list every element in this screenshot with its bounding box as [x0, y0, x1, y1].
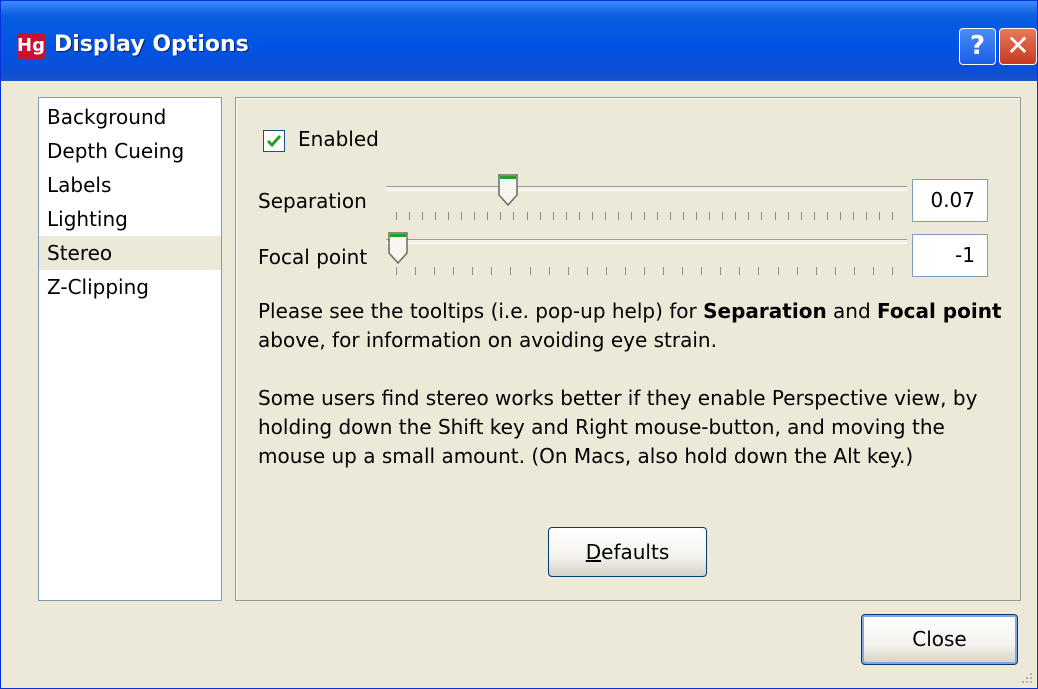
- slider-tick: [873, 267, 874, 275]
- slider-tick: [487, 212, 488, 220]
- slider-tick: [474, 212, 475, 220]
- slider-tick: [409, 212, 410, 220]
- slider-tick: [644, 267, 645, 275]
- separation-label: Separation: [258, 189, 367, 213]
- slider-tick: [801, 212, 802, 220]
- window-title: Display Options: [54, 32, 249, 57]
- slider-tick: [549, 267, 550, 275]
- focal-point-label: Focal point: [258, 245, 368, 269]
- slider-tick: [735, 212, 736, 220]
- slider-tick: [835, 267, 836, 275]
- slider-tick: [631, 212, 632, 220]
- slider-tick: [892, 267, 893, 275]
- separation-slider-thumb[interactable]: [497, 173, 519, 207]
- category-item-depth-cueing[interactable]: Depth Cueing: [39, 134, 221, 168]
- slider-tick: [854, 267, 855, 275]
- slider-tick: [415, 267, 416, 275]
- slider-tick: [696, 212, 697, 220]
- slider-tick: [461, 212, 462, 220]
- tooltip-help-text: Please see the tooltips (i.e. pop-up hel…: [258, 299, 1002, 352]
- slider-tick: [587, 267, 588, 275]
- slider-tick: [761, 212, 762, 220]
- slider-tick: [709, 212, 710, 220]
- slider-tick: [748, 212, 749, 220]
- slider-tick: [510, 267, 511, 275]
- slider-tick: [879, 212, 880, 220]
- slider-tick: [579, 212, 580, 220]
- slider-tick: [670, 212, 671, 220]
- slider-tick: [435, 212, 436, 220]
- slider-tick: [605, 212, 606, 220]
- slider-tick: [530, 267, 531, 275]
- slider-tick: [644, 212, 645, 220]
- slider-tick: [853, 212, 854, 220]
- slider-tick: [701, 267, 702, 275]
- help-button[interactable]: ?: [959, 28, 996, 65]
- slider-tick: [527, 212, 528, 220]
- focal-point-slider-thumb[interactable]: [387, 231, 409, 265]
- display-options-dialog: Hg Display Options ? ✕ Background Depth …: [0, 0, 1038, 689]
- slider-tick: [866, 212, 867, 220]
- perspective-help-text: Some users find stereo works better if t…: [258, 386, 978, 468]
- slider-tick: [540, 212, 541, 220]
- slider-tick: [720, 267, 721, 275]
- slider-tick: [396, 267, 397, 275]
- separation-value-field[interactable]: 0.07: [912, 179, 988, 222]
- slider-tick: [566, 212, 567, 220]
- focal-point-slider-track[interactable]: [386, 239, 907, 244]
- category-item-stereo[interactable]: Stereo: [39, 236, 221, 270]
- category-item-labels[interactable]: Labels: [39, 168, 221, 202]
- slider-tick: [422, 212, 423, 220]
- slider-tick: [625, 267, 626, 275]
- resize-grip-icon[interactable]: [1019, 670, 1033, 684]
- close-window-button[interactable]: ✕: [999, 28, 1037, 65]
- slider-tick: [816, 267, 817, 275]
- slider-tick: [618, 212, 619, 220]
- slider-tick: [553, 212, 554, 220]
- slider-tick: [840, 212, 841, 220]
- slider-tick: [513, 212, 514, 220]
- slider-tick: [396, 212, 397, 220]
- focal-point-slider-ticks: [396, 267, 893, 275]
- slider-tick: [722, 212, 723, 220]
- slider-tick: [788, 212, 789, 220]
- category-item-z-clipping[interactable]: Z-Clipping: [39, 270, 221, 304]
- slider-tick: [568, 267, 569, 275]
- checkmark-icon: [266, 135, 282, 148]
- separation-slider-track[interactable]: [386, 186, 907, 191]
- title-bar[interactable]: Hg Display Options ? ✕: [1, 1, 1037, 81]
- slider-tick: [797, 267, 798, 275]
- slider-tick: [827, 212, 828, 220]
- slider-tick: [663, 267, 664, 275]
- enabled-label[interactable]: Enabled: [298, 127, 379, 151]
- slider-tick: [775, 212, 776, 220]
- slider-tick: [778, 267, 779, 275]
- slider-tick: [606, 267, 607, 275]
- defaults-button[interactable]: Defaults: [548, 527, 707, 577]
- slider-tick: [683, 212, 684, 220]
- category-list[interactable]: Background Depth Cueing Labels Lighting …: [38, 97, 222, 601]
- slider-tick: [491, 267, 492, 275]
- close-button[interactable]: Close: [861, 614, 1018, 665]
- category-item-lighting[interactable]: Lighting: [39, 202, 221, 236]
- separation-slider-ticks: [396, 212, 893, 220]
- slider-tick: [814, 212, 815, 220]
- slider-tick: [500, 212, 501, 220]
- slider-tick: [758, 267, 759, 275]
- slider-tick: [739, 267, 740, 275]
- slider-tick: [682, 267, 683, 275]
- app-logo-icon: Hg: [17, 33, 45, 59]
- slider-tick: [434, 267, 435, 275]
- focal-point-value-field[interactable]: -1: [912, 234, 988, 277]
- category-item-background[interactable]: Background: [39, 100, 221, 134]
- slider-tick: [472, 267, 473, 275]
- close-icon: ✕: [1006, 29, 1030, 62]
- enabled-checkbox[interactable]: [263, 130, 285, 152]
- slider-tick: [592, 212, 593, 220]
- slider-tick: [892, 212, 893, 220]
- slider-tick: [453, 267, 454, 275]
- slider-tick: [448, 212, 449, 220]
- slider-tick: [657, 212, 658, 220]
